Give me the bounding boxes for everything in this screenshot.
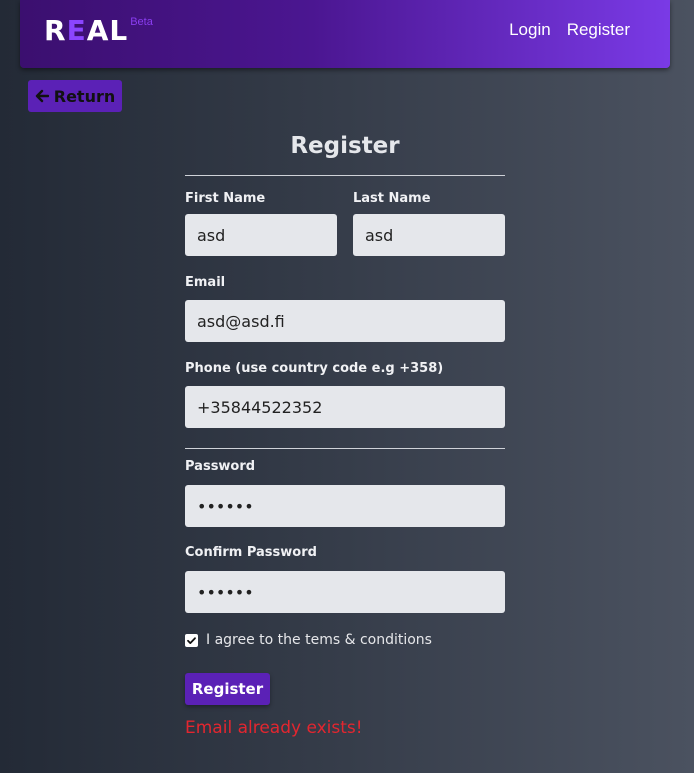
logo[interactable]: REAL Beta	[44, 14, 153, 50]
phone-label: Phone (use country code e.g +358)	[185, 361, 444, 376]
password-input[interactable]	[185, 485, 505, 527]
confirm-password-label: Confirm Password	[185, 545, 317, 560]
title-divider	[185, 175, 505, 176]
terms-row: I agree to the tems & conditions	[185, 632, 505, 648]
nav-links: Login Register	[509, 20, 630, 40]
first-name-label: First Name	[185, 191, 266, 206]
arrow-left-icon	[35, 89, 49, 103]
nav-register-link[interactable]: Register	[567, 20, 630, 40]
last-name-label: Last Name	[353, 191, 431, 206]
nav-login-link[interactable]: Login	[509, 20, 551, 40]
register-form: Register First Name Last Name Email Phon…	[185, 128, 505, 738]
logo-text: REAL	[44, 14, 129, 47]
last-name-group: Last Name	[353, 190, 505, 256]
first-name-input[interactable]	[185, 214, 337, 256]
register-submit-button[interactable]: Register	[185, 673, 270, 705]
password-label: Password	[185, 459, 256, 474]
return-button[interactable]: Return	[28, 80, 122, 112]
email-label: Email	[185, 275, 226, 290]
first-name-group: First Name	[185, 190, 337, 256]
navbar: REAL Beta Login Register	[20, 0, 670, 68]
last-name-input[interactable]	[353, 214, 505, 256]
email-input[interactable]	[185, 300, 505, 342]
name-row: First Name Last Name	[185, 190, 505, 256]
checkmark-icon	[187, 636, 196, 644]
return-button-label: Return	[53, 86, 116, 106]
error-message: Email already exists!	[185, 718, 363, 738]
terms-checkbox[interactable]	[185, 633, 198, 647]
phone-input[interactable]	[185, 386, 505, 428]
confirm-password-input[interactable]	[185, 571, 505, 613]
form-title: Register	[290, 133, 400, 159]
beta-badge: Beta	[130, 16, 153, 28]
terms-label: I agree to the tems & conditions	[206, 632, 432, 648]
password-divider	[185, 448, 505, 449]
